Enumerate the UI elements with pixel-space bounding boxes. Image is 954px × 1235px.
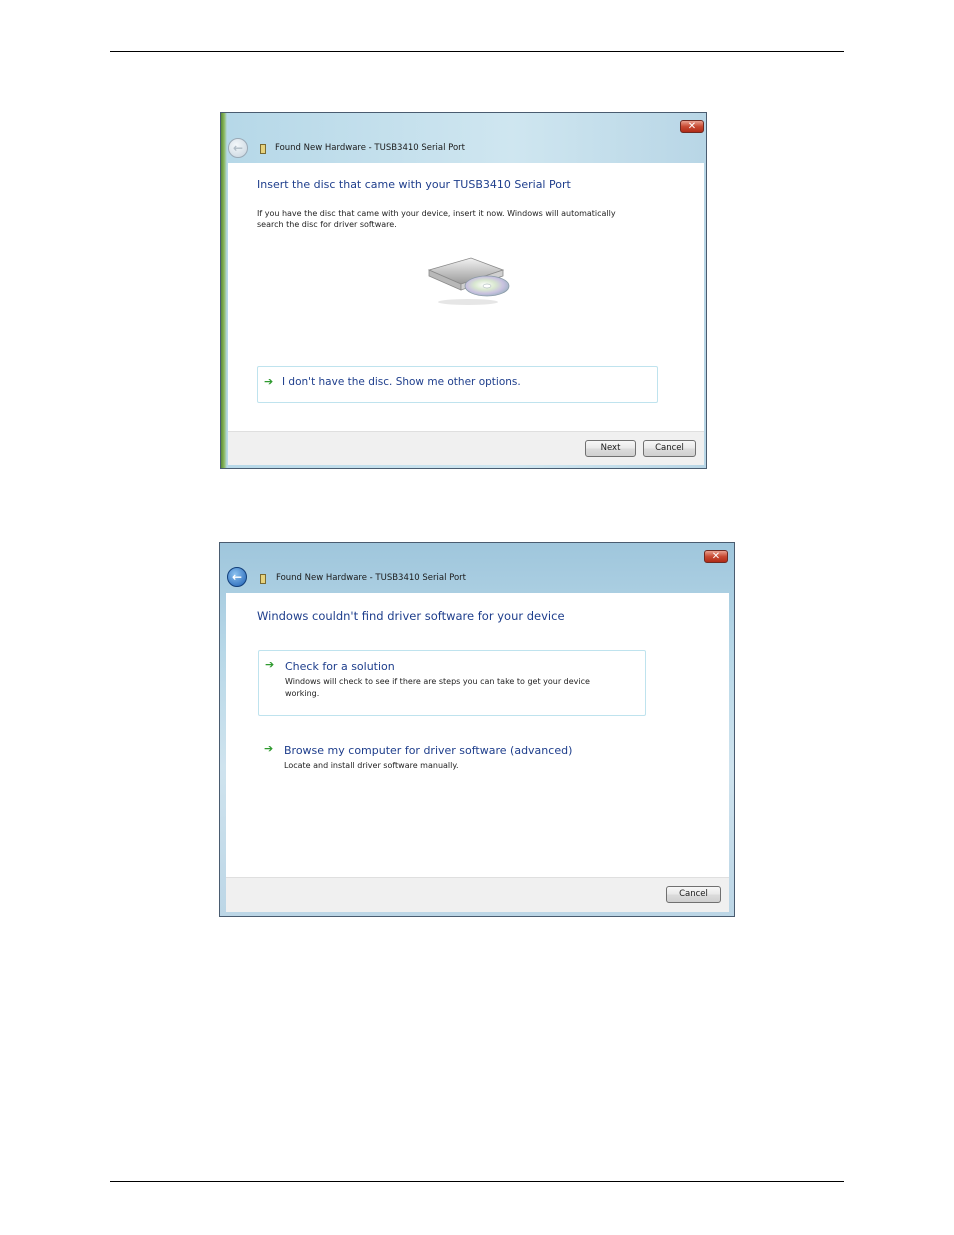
cancel-button[interactable]: Cancel <box>643 440 696 457</box>
found-new-hardware-dialog-insert-disc: ✕ ← Found New Hardware - TUSB3410 Serial… <box>220 112 707 469</box>
page-footer-rule <box>110 1181 844 1182</box>
hardware-device-icon <box>260 574 266 584</box>
hardware-device-icon <box>260 144 266 154</box>
close-button[interactable]: ✕ <box>680 120 704 133</box>
window-title: Found New Hardware - TUSB3410 Serial Por… <box>276 573 466 583</box>
disc-drive-icon <box>427 257 510 305</box>
cancel-button[interactable]: Cancel <box>666 886 721 903</box>
dialog-content: Insert the disc that came with your TUSB… <box>228 163 704 431</box>
option-label: I don't have the disc. Show me other opt… <box>282 376 521 388</box>
page-heading: Windows couldn't find driver software fo… <box>257 609 565 623</box>
browse-computer-option[interactable]: ➔ Browse my computer for driver software… <box>258 735 646 775</box>
dialog-footer: Next Cancel <box>228 431 704 465</box>
option-label: Check for a solution <box>285 660 395 673</box>
page-heading: Insert the disc that came with your TUSB… <box>257 178 571 191</box>
check-for-solution-option[interactable]: ➔ Check for a solution Windows will chec… <box>258 650 646 716</box>
dialog-content: Windows couldn't find driver software fo… <box>226 593 729 877</box>
page-header-rule <box>110 51 844 52</box>
back-arrow-icon[interactable]: ← <box>227 567 247 587</box>
option-label: Browse my computer for driver software (… <box>284 744 573 757</box>
option-description: Windows will check to see if there are s… <box>285 677 590 698</box>
back-arrow-icon[interactable]: ← <box>228 138 248 158</box>
window-title: Found New Hardware - TUSB3410 Serial Por… <box>275 143 465 153</box>
close-button[interactable]: ✕ <box>704 550 728 563</box>
dialog-footer: Cancel <box>226 877 729 912</box>
no-disc-option[interactable]: ➔ I don't have the disc. Show me other o… <box>257 366 658 403</box>
found-new-hardware-dialog-no-driver: ✕ ← Found New Hardware - TUSB3410 Serial… <box>219 542 735 917</box>
green-arrow-icon: ➔ <box>265 658 275 671</box>
green-arrow-icon: ➔ <box>264 742 274 755</box>
instruction-text: If you have the disc that came with your… <box>257 209 616 229</box>
next-button[interactable]: Next <box>585 440 636 457</box>
option-description: Locate and install driver software manua… <box>284 761 459 770</box>
green-arrow-icon: ➔ <box>264 375 274 388</box>
